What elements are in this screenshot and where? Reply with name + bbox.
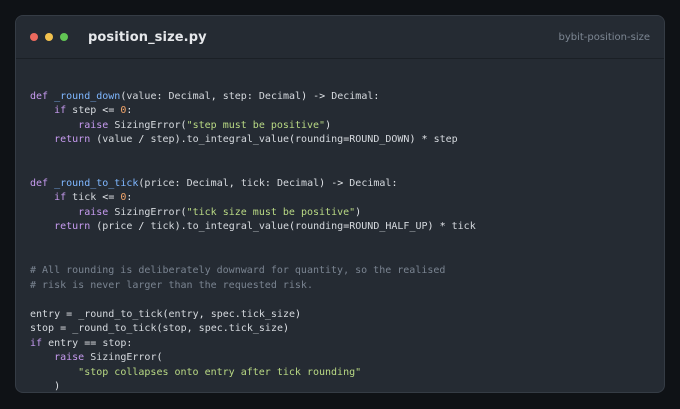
code-line: # All rounding is deliberately downward … bbox=[30, 265, 446, 277]
close-dot-icon[interactable] bbox=[30, 33, 38, 41]
code-line: if step <= 0: bbox=[54, 105, 133, 117]
code-line: if tick <= 0: bbox=[54, 192, 133, 204]
repo-name: bybit-position-size bbox=[558, 31, 650, 43]
code-line: raise SizingError("step must be positive… bbox=[78, 119, 332, 131]
code-line: entry = _round_to_tick(entry, spec.tick_… bbox=[30, 308, 302, 320]
code-line: if entry == stop: bbox=[30, 337, 133, 349]
code-window: position_size.py bybit-position-size def… bbox=[15, 15, 665, 393]
code-line: def _round_down(value: Decimal, step: De… bbox=[30, 90, 380, 102]
code-line: return (price / tick).to_integral_value(… bbox=[54, 221, 476, 233]
file-name: position_size.py bbox=[88, 29, 207, 45]
code-line: "stop collapses onto entry after tick ro… bbox=[78, 366, 362, 378]
code-line: def _round_to_tick(price: Decimal, tick:… bbox=[30, 177, 398, 189]
code-line: stop = _round_to_tick(stop, spec.tick_si… bbox=[30, 323, 290, 335]
window-controls bbox=[30, 33, 68, 41]
code-block: def _round_down(value: Decimal, step: De… bbox=[30, 75, 476, 393]
code-line: return (value / step).to_integral_value(… bbox=[54, 134, 458, 146]
code-line: raise SizingError( bbox=[54, 352, 163, 364]
maximize-dot-icon[interactable] bbox=[60, 33, 68, 41]
minimize-dot-icon[interactable] bbox=[45, 33, 53, 41]
code-line: ) bbox=[54, 381, 61, 393]
title-bar: position_size.py bybit-position-size bbox=[16, 16, 664, 59]
code-line: raise SizingError("tick size must be pos… bbox=[78, 206, 362, 218]
code-line: # risk is never larger than the requeste… bbox=[30, 279, 313, 291]
